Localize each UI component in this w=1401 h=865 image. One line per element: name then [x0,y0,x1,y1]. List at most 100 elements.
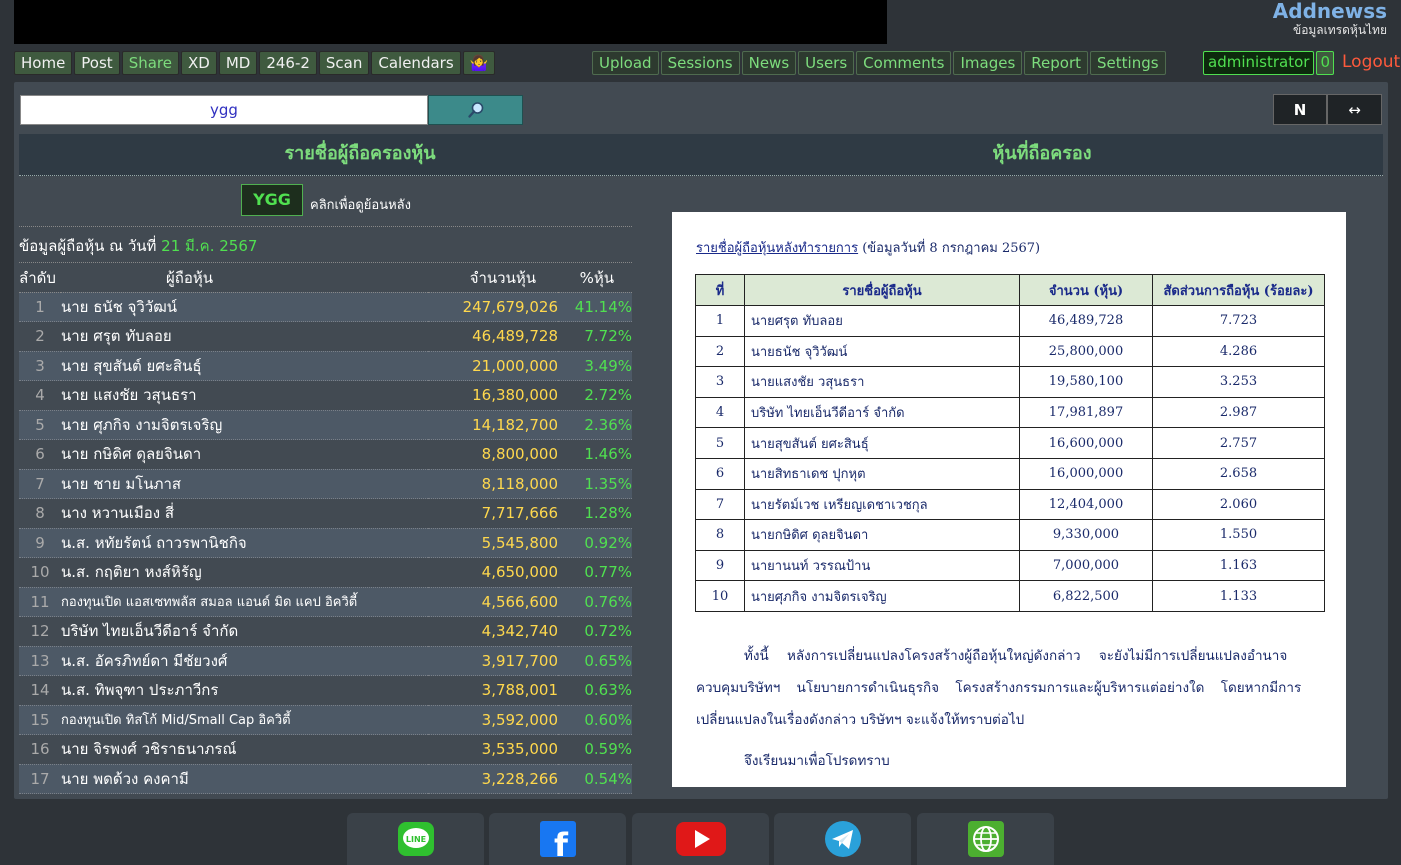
user-name[interactable]: administrator [1203,51,1315,75]
table-row[interactable]: 3 นาย สุขสันต์ ยศะสินธุ์ 21,000,000 3.49% [19,351,632,381]
holder-name: นาย พดด้วง คงคามี [61,764,428,794]
telegram-share-button[interactable] [774,813,911,865]
nav-item-7[interactable]: Calendars [371,51,461,75]
holder-name: นาย จิรพงศ์ วชิราธนาภรณ์ [61,734,428,765]
nav-item-8[interactable]: 🤷‍♀️ [462,51,496,75]
shareholders-header: รายชื่อผู้ถือครองหุ้น [284,143,436,164]
doc-pct: 1.163 [1152,549,1325,582]
doc-col-shares: จำนวน (หุ้น) [1019,274,1153,306]
admin-nav-users[interactable]: Users [798,51,855,75]
holder-shares: 247,679,026 [428,292,558,322]
holder-shares: 3,228,266 [428,764,558,794]
table-row[interactable]: 9 น.ส. หทัยรัตน์ ถาวรพานิชกิจ 5,545,800 0.9… [19,528,632,558]
admin-nav-images[interactable]: Images [953,51,1023,75]
section-headers: รายชื่อผู้ถือครองหุ้น หุ้นที่ถือครอง [19,134,1383,176]
table-row[interactable]: 5 นาย ศุภกิจ งามจิตรเจริญ 14,182,700 2.36% [19,410,632,440]
notification-count[interactable]: 0 [1316,51,1334,75]
data-date-line: ข้อมูลผู้ถือหุ้น ณ วันที่ 21 มี.ค. 2567 [19,234,257,258]
doc-pct: 2.757 [1152,427,1325,459]
doc-no: 10 [695,580,745,612]
doc-table-row: 10 นายศุภกิจ งามจิตรเจริญ 6,822,500 1.133 [695,580,1325,612]
doc-name: นายสิทธาเดช ปุกหุต [744,457,1020,490]
holder-pct: 1.35% [558,469,632,499]
brand-name[interactable]: Addnewss [1273,0,1387,22]
nav-item-0[interactable]: Home [14,51,73,75]
holder-name: นาย กษิดิศ ดุลยจินดา [61,439,428,470]
holder-name: นาย ศุภกิจ งามจิตรเจริญ [61,410,428,440]
holder-name: นาย สุขสันต์ ยศะสินธุ์ [61,351,428,381]
holder-name: นาย ชาย มโนภาส [61,469,428,499]
nav-item-5[interactable]: 246-2 [259,51,317,75]
table-row[interactable]: 16 นาย จิรพงศ์ วชิราธนาภรณ์ 3,535,000 0.59% [19,734,632,765]
data-date-prefix: ข้อมูลผู้ถือหุ้น ณ วันที่ [19,237,157,255]
col-holder: ผู้ถือหุ้น [61,264,428,293]
holder-rank: 9 [19,528,61,558]
holder-name: น.ส. กฤติยา หงส์หิรัญ [61,557,428,588]
doc-pct: 2.658 [1152,457,1325,490]
table-row[interactable]: 15 กองทุนเปิด ทิสโก้ Mid/Small Cap อิควิต… [19,705,632,735]
table-row[interactable]: 4 นาย แสงชัย วสุนธรา 16,380,000 2.72% [19,380,632,411]
brand-subtitle: ข้อมูลเทรดหุ้นไทย [1292,23,1387,37]
doc-title-link[interactable]: รายชื่อผู้ถือหุ้นหลังทำรายการ [696,241,858,256]
holder-rank: 11 [19,587,61,617]
nav-item-3[interactable]: XD [180,51,217,75]
table-row[interactable]: 17 นาย พดด้วง คงคามี 3,228,266 0.54% [19,764,632,794]
youtube-share-button[interactable] [632,813,769,865]
nav-item-4[interactable]: MD [218,51,258,75]
search-icon [467,102,483,118]
holder-shares: 7,717,666 [428,498,558,529]
web-share-button[interactable] [917,813,1054,865]
swap-width-button[interactable]: ↔ [1327,94,1382,125]
holder-shares: 5,545,800 [428,528,558,558]
holdings-header: หุ้นที่ถือครอง [992,143,1092,164]
table-row[interactable]: 11 กองทุนเปิด แอสเซทพลัส สมอล แอนด์ มิด แ… [19,587,632,617]
doc-pct: 7.723 [1152,305,1325,337]
table-row[interactable]: 8 นาง หวานเมือง สี่ 7,717,666 1.28% [19,498,632,529]
brand[interactable]: Addnewss ข้อมูลเทรดหุ้นไทย [1273,0,1387,38]
main-panel: ygg N ↔ รายชื่อผู้ถือครองหุ้น หุ้นที่ถือ… [14,82,1388,799]
holder-rank: 8 [19,498,61,529]
search-button[interactable] [428,95,523,125]
table-row[interactable]: 7 นาย ชาย มโนภาส 8,118,000 1.35% [19,469,632,499]
admin-nav-sessions[interactable]: Sessions [660,51,740,75]
table-row[interactable]: 12 บริษัท ไทยเอ็นวีดีอาร์ จำกัด 4,342,740 0… [19,616,632,647]
admin-nav-comments[interactable]: Comments [856,51,952,75]
admin-nav-settings[interactable]: Settings [1090,51,1166,75]
doc-name: นายแสงชัย วสุนธรา [744,366,1020,398]
holder-rank: 7 [19,469,61,499]
admin-nav-report[interactable]: Report [1024,51,1089,75]
col-rank: ลำดับ [19,264,61,293]
doc-pct: 1.133 [1152,580,1325,612]
table-row[interactable]: 6 นาย กษิดิศ ดุลยจินดา 8,800,000 1.46% [19,439,632,470]
nav-item-6[interactable]: Scan [318,51,370,75]
doc-col-pct: สัดส่วนการถือหุ้น (ร้อยละ) [1152,274,1325,306]
holder-rank: 3 [19,351,61,381]
table-row[interactable]: 1 นาย ธนัช จุวิวัฒน์ 247,679,026 41.14% [19,292,632,322]
doc-no: 8 [695,519,745,551]
svg-text:LINE: LINE [405,835,425,844]
doc-shares: 46,489,728 [1019,305,1153,337]
facebook-share-button[interactable]: f [489,813,626,865]
table-row[interactable]: 14 น.ส. ทิพจุฑา ประภาวีกร 3,788,001 0.63% [19,675,632,706]
table-row[interactable]: 13 น.ส. อัครภิทย์ดา มีชัยวงศ์ 3,917,700 0.6… [19,646,632,676]
line-share-button[interactable]: LINE [347,813,484,865]
doc-shares: 16,000,000 [1019,457,1153,490]
doc-paragraph: เปลี่ยนแปลงในเรื่องดังกล่าว บริษัทฯ จะแจ… [696,712,1025,728]
doc-table-row: 8 นายกษิดิศ ดุลยจินดา 9,330,000 1.550 [695,519,1325,551]
admin-nav-upload[interactable]: Upload [592,51,659,75]
admin-nav-news[interactable]: News [741,51,797,75]
table-row[interactable]: 10 น.ส. กฤติยา หงส์หิรัญ 4,650,000 0.77% [19,557,632,588]
logout-button[interactable]: Logout [1336,51,1401,75]
col-pct: %หุ้น [558,264,632,293]
search-input[interactable]: ygg [20,95,428,125]
nav-item-1[interactable]: Post [74,51,120,75]
holder-shares: 4,650,000 [428,557,558,588]
table-row[interactable]: 2 นาย ศรุต ทับลอย 46,489,728 7.72% [19,321,632,352]
holder-rank: 16 [19,734,61,765]
social-footer: LINE f [0,801,1401,865]
nav-item-2[interactable]: Share [121,51,179,75]
doc-shares: 9,330,000 [1019,519,1153,551]
n-button[interactable]: N [1273,94,1327,125]
symbol-button[interactable]: YGG [241,184,303,216]
doc-no: 3 [695,366,745,398]
